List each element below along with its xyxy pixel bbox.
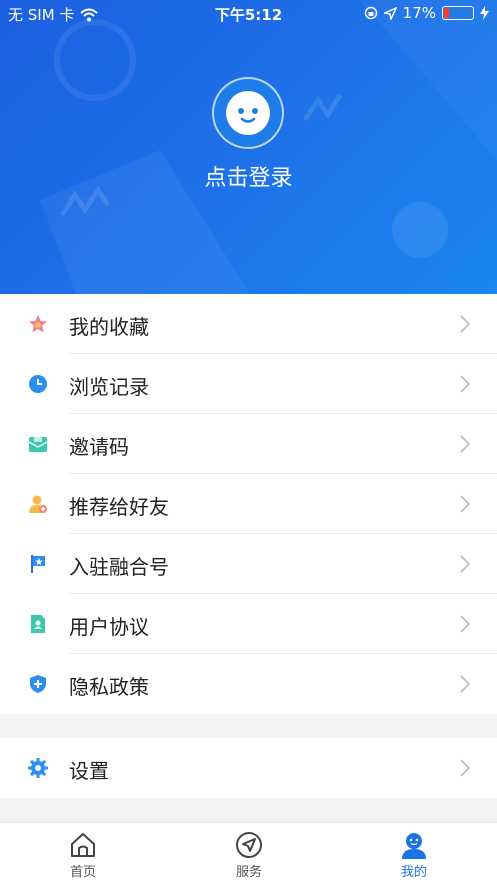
- menu-item-label: 浏览记录: [69, 375, 149, 399]
- avatar[interactable]: [212, 77, 284, 149]
- tab-bar: 首页 服务 我的: [0, 822, 497, 884]
- avatar-face-icon: [226, 91, 270, 135]
- menu-item-label: 入驻融合号: [69, 555, 169, 579]
- battery-icon: [442, 6, 474, 20]
- location-icon: [383, 6, 397, 20]
- tab-label: 首页: [69, 865, 96, 880]
- chevron-right-icon: [460, 495, 471, 513]
- profile-header: 无 SIM 卡 下午5:12 17% 点击登录: [0, 0, 497, 294]
- menu-item-invite-code[interactable]: 邀请码: [0, 414, 497, 474]
- menu-item-recommend[interactable]: 推荐给好友: [0, 474, 497, 534]
- tab-label: 我的: [400, 865, 427, 880]
- clock-icon: [29, 375, 47, 393]
- rotation-lock-icon: [364, 6, 377, 20]
- menu-item-label: 隐私政策: [69, 675, 149, 699]
- menu-item-label: 我的收藏: [69, 315, 149, 339]
- home-icon: [71, 833, 95, 857]
- chevron-right-icon: [460, 375, 471, 393]
- star-icon: [29, 315, 47, 333]
- login-link[interactable]: 点击登录: [0, 160, 497, 192]
- menu-item-privacy[interactable]: 隐私政策: [0, 654, 497, 714]
- menu-item-label: 用户协议: [69, 615, 149, 639]
- gear-icon: [28, 758, 48, 778]
- battery-percent: 17%: [402, 4, 436, 22]
- envelope-icon: [28, 435, 48, 452]
- flag-icon: [31, 555, 45, 573]
- menu-item-join[interactable]: 入驻融合号: [0, 534, 497, 594]
- profile-icon: [402, 833, 426, 859]
- menu-item-label: 设置: [69, 759, 109, 783]
- chevron-right-icon: [460, 615, 471, 633]
- menu-item-favorites[interactable]: 我的收藏: [0, 294, 497, 354]
- menu-item-label: 邀请码: [69, 435, 129, 459]
- menu-item-settings[interactable]: 设置: [0, 738, 497, 798]
- menu-item-label: 推荐给好友: [69, 495, 169, 519]
- tab-label: 服务: [235, 865, 262, 880]
- menu-item-user-agreement[interactable]: 用户协议: [0, 594, 497, 654]
- tab-mine[interactable]: 我的: [331, 823, 497, 884]
- chevron-right-icon: [460, 435, 471, 453]
- tab-services[interactable]: 服务: [166, 823, 332, 884]
- menu-item-history[interactable]: 浏览记录: [0, 354, 497, 414]
- menu-list: 我的收藏 浏览记录 邀请码 推荐给好友 入驻融合号 用户协议 隐私政策: [0, 294, 497, 714]
- chevron-right-icon: [460, 759, 471, 777]
- chevron-right-icon: [460, 315, 471, 333]
- charging-icon: [480, 6, 489, 20]
- status-bar: 无 SIM 卡 下午5:12 17%: [0, 0, 497, 28]
- chevron-right-icon: [460, 555, 471, 573]
- chevron-right-icon: [460, 675, 471, 693]
- compass-icon: [236, 832, 262, 858]
- shield-plus-icon: [30, 675, 46, 693]
- document-user-icon: [31, 615, 45, 633]
- tab-home[interactable]: 首页: [0, 823, 166, 884]
- user-add-icon: [29, 495, 47, 513]
- settings-list: 设置: [0, 738, 497, 798]
